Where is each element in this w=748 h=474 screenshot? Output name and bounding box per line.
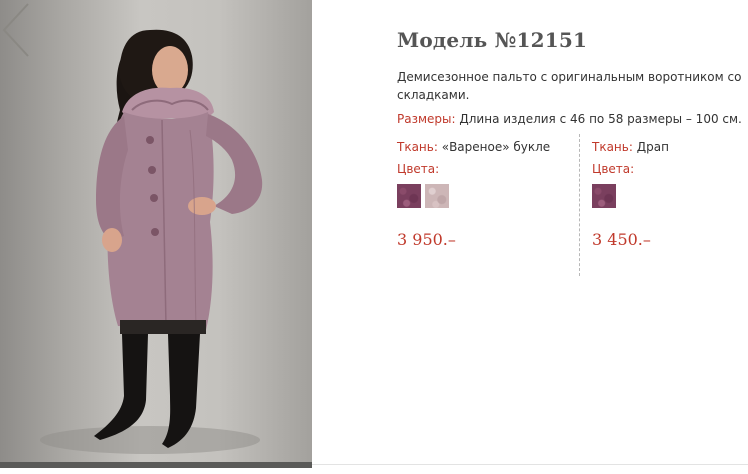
bottom-divider: [312, 464, 748, 465]
swatch-pale-pink-melange[interactable]: [425, 184, 449, 208]
product-description: Демисезонное пальто с оригинальным ворот…: [397, 70, 742, 102]
bottom-strip: [0, 462, 748, 474]
product-info: Модель №12151 Демисезонное пальто с ориг…: [397, 28, 742, 280]
swatch-plum-melange[interactable]: [592, 184, 616, 208]
photo-scroll-bar: [0, 462, 312, 468]
sizes-label: Размеры:: [397, 112, 456, 126]
swatch-list: [592, 184, 742, 208]
variant-drap: Ткань: Драп Цвета: 3 450.–: [592, 140, 742, 249]
fabric-label: Ткань:: [592, 140, 633, 154]
swatch-list: [397, 184, 577, 208]
swatch-plum-melange[interactable]: [397, 184, 421, 208]
colors-label: Цвета:: [397, 162, 440, 176]
price: 3 450.–: [592, 230, 651, 249]
variant-boucle: Ткань: «Вареное» букле Цвета: 3 950.–: [397, 140, 577, 249]
prev-arrow-icon[interactable]: [0, 0, 32, 60]
product-photo: [0, 0, 312, 462]
variant-divider: [579, 134, 580, 276]
fabric-line: Ткань: «Вареное» букле: [397, 140, 577, 154]
variants: Ткань: «Вареное» букле Цвета: 3 950.– Тк…: [397, 134, 742, 280]
product-sizes: Размеры: Длина изделия с 46 по 58 размер…: [397, 110, 742, 128]
sizes-text: Длина изделия с 46 по 58 размеры – 100 с…: [459, 112, 742, 126]
product-title: Модель №12151: [397, 28, 588, 52]
model-in-coat-image: [40, 29, 263, 454]
fabric-label: Ткань:: [397, 140, 438, 154]
price: 3 950.–: [397, 230, 456, 249]
fabric-line: Ткань: Драп: [592, 140, 742, 154]
fabric-value: «Вареное» букле: [441, 140, 551, 154]
fabric-value: Драп: [636, 140, 669, 154]
colors-label: Цвета:: [592, 162, 635, 176]
